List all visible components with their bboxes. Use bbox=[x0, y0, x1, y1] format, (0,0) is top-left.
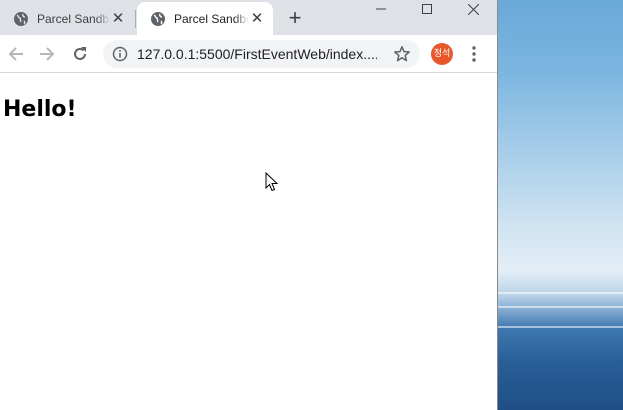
tab-title: Parcel Sandbox bbox=[174, 11, 249, 26]
bookmark-star-icon[interactable] bbox=[393, 45, 411, 63]
arrow-left-icon bbox=[8, 47, 23, 61]
tab-separator bbox=[135, 10, 136, 28]
wallpaper-streak bbox=[497, 306, 623, 308]
tab-parcel-sandbox-1[interactable]: Parcel Sandbox ✕ bbox=[0, 2, 134, 35]
maximize-button[interactable] bbox=[404, 0, 450, 18]
forward-button[interactable] bbox=[33, 40, 61, 68]
more-menu-icon[interactable] bbox=[466, 45, 482, 63]
page-content: Hello! bbox=[0, 73, 497, 410]
tab-parcel-sandbox-2[interactable]: Parcel Sandbox ✕ bbox=[137, 2, 273, 35]
browser-toolbar: 127.0.0.1:5500/FirstEventWeb/index.... 정… bbox=[0, 35, 497, 73]
close-window-button[interactable] bbox=[450, 0, 496, 18]
tab-close-icon[interactable]: ✕ bbox=[249, 10, 265, 27]
globe-icon bbox=[14, 11, 28, 26]
url-text[interactable]: 127.0.0.1:5500/FirstEventWeb/index.... bbox=[137, 46, 377, 62]
profile-avatar[interactable]: 정석 bbox=[431, 43, 453, 65]
page-heading: Hello! bbox=[3, 97, 77, 122]
tab-strip: Parcel Sandbox ✕ Parcel Sandbox ✕ + bbox=[0, 0, 497, 35]
tab-title: Parcel Sandbox bbox=[37, 11, 110, 26]
reload-button[interactable] bbox=[66, 40, 94, 68]
address-bar[interactable]: 127.0.0.1:5500/FirstEventWeb/index.... bbox=[103, 40, 420, 68]
maximize-icon bbox=[422, 4, 432, 14]
reload-icon bbox=[74, 47, 86, 60]
wallpaper-streak bbox=[497, 292, 623, 294]
close-icon bbox=[467, 3, 479, 15]
mouse-cursor-icon bbox=[265, 172, 279, 192]
arrow-right-icon bbox=[40, 47, 55, 61]
back-button[interactable] bbox=[2, 40, 30, 68]
new-tab-button[interactable]: + bbox=[284, 7, 306, 29]
minimize-icon bbox=[376, 8, 386, 10]
minimize-button[interactable] bbox=[358, 0, 404, 18]
tab-close-icon[interactable]: ✕ bbox=[110, 10, 126, 27]
info-icon[interactable] bbox=[112, 46, 128, 62]
desktop-wallpaper bbox=[497, 0, 623, 410]
browser-window: Parcel Sandbox ✕ Parcel Sandbox ✕ + bbox=[0, 0, 497, 410]
globe-icon bbox=[151, 11, 165, 26]
wallpaper-streak bbox=[497, 326, 623, 328]
profile-label: 정석 bbox=[433, 49, 451, 59]
